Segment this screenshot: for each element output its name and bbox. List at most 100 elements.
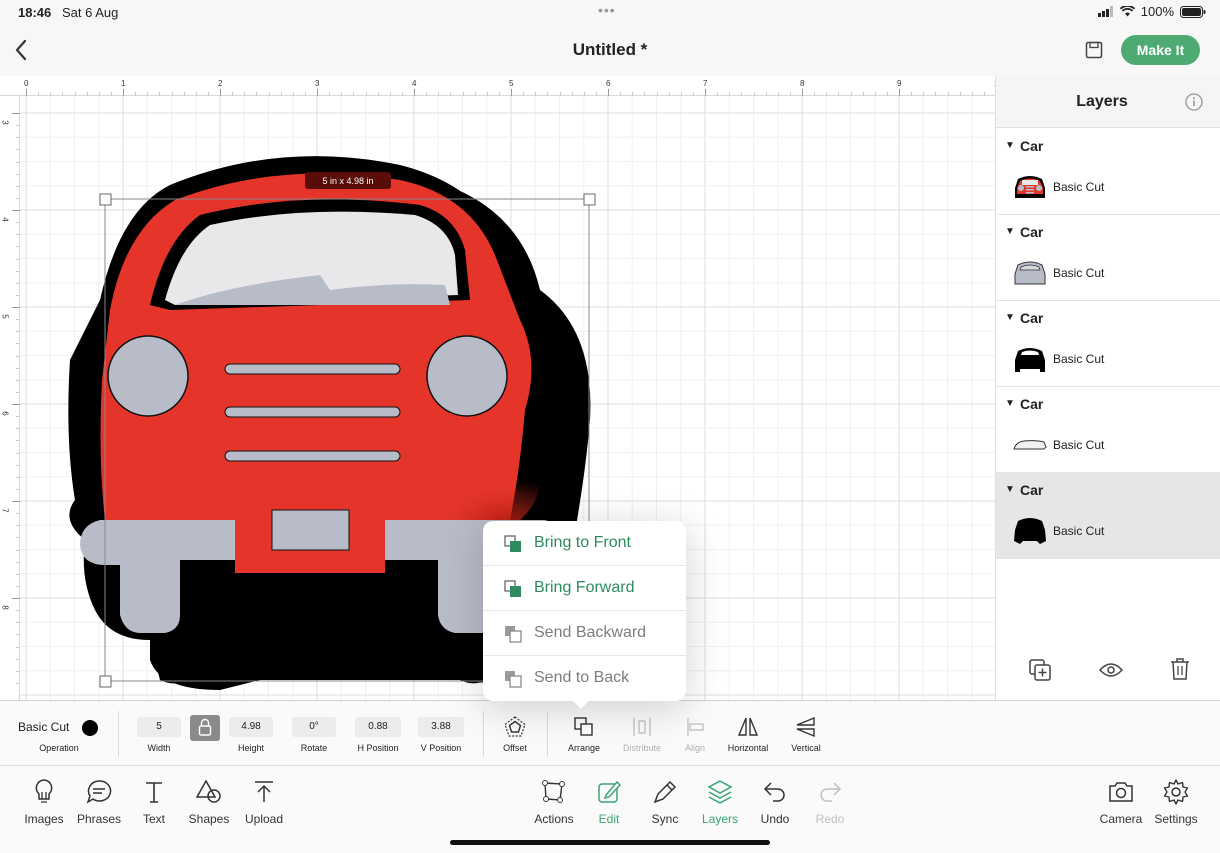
nav-camera[interactable]: Camera: [1091, 778, 1151, 826]
duplicate-layer-icon[interactable]: [1028, 658, 1052, 682]
nav-images[interactable]: Images: [14, 778, 74, 826]
height-label: Height: [237, 743, 264, 753]
flip-horizontal-tool[interactable]: Horizontal: [722, 715, 774, 763]
grille-bar[interactable]: [224, 450, 401, 462]
bring-forward-item[interactable]: Bring Forward: [483, 566, 686, 611]
divider: [118, 711, 119, 757]
bring-to-front-icon: [504, 535, 521, 552]
bottom-nav: Images Phrases Text Shapes Upload Action…: [0, 766, 1220, 853]
layer-operation: Basic Cut: [1053, 266, 1105, 280]
headlight-right[interactable]: [426, 335, 508, 417]
grille-bar[interactable]: [224, 363, 401, 375]
arrange-tool[interactable]: Arrange: [562, 715, 606, 763]
layer-group-name: Car: [1020, 138, 1044, 154]
info-icon[interactable]: [1185, 93, 1203, 111]
collapse-caret-icon[interactable]: ▼: [1005, 312, 1015, 323]
nav-actions[interactable]: Actions: [524, 778, 584, 826]
nav-sync[interactable]: Sync: [635, 778, 695, 826]
layers-title: Layers: [1076, 93, 1128, 110]
selection-handle[interactable]: [99, 675, 112, 688]
nav-phrases[interactable]: Phrases: [69, 778, 129, 826]
divider: [547, 711, 548, 757]
undo-icon: [763, 782, 785, 802]
nav-label: Images: [24, 812, 64, 826]
nav-label: Actions: [534, 812, 574, 826]
license-plate[interactable]: [271, 509, 350, 551]
height-input[interactable]: 4.98: [229, 717, 273, 737]
status-date: Sat 6 Aug: [62, 5, 119, 20]
distribute-tool[interactable]: Distribute: [617, 715, 667, 763]
nav-label: Text: [142, 812, 165, 826]
app-header: Untitled * Make It: [0, 24, 1220, 76]
nav-label: Redo: [815, 812, 845, 826]
nav-layers[interactable]: Layers: [690, 778, 750, 826]
save-icon[interactable]: [1084, 40, 1104, 60]
layer-group-car[interactable]: ▼ Car Basic Cut: [996, 301, 1220, 387]
h-position-label: H Position: [357, 743, 399, 753]
layers-panel: Layers ▼ Car Basic Cut ▼ Car Basic Cut ▼…: [995, 76, 1220, 700]
v-position-input[interactable]: 3.88: [418, 717, 464, 737]
nav-upload[interactable]: Upload: [234, 778, 294, 826]
shapes-icon: [195, 779, 221, 803]
offset-label: Offset: [503, 743, 527, 753]
bring-to-front-item[interactable]: Bring to Front: [483, 521, 686, 566]
nav-text[interactable]: Text: [124, 778, 184, 826]
menu-item-label: Send to Back: [534, 669, 630, 686]
trash-icon[interactable]: [1169, 657, 1191, 681]
layers-header: Layers: [996, 76, 1220, 128]
layer-group-car[interactable]: ▼ Car Basic Cut: [996, 129, 1220, 215]
operation-label: Operation: [39, 743, 79, 753]
selection-handle[interactable]: [583, 193, 596, 206]
flip-vertical-icon: [796, 716, 815, 738]
offset-tool[interactable]: Offset: [495, 715, 535, 763]
car-window-icon: [1013, 440, 1047, 450]
nav-edit[interactable]: Edit: [579, 778, 639, 826]
vertical-label: Vertical: [791, 743, 821, 753]
nav-shapes[interactable]: Shapes: [179, 778, 239, 826]
width-input[interactable]: 5: [137, 717, 181, 737]
collapse-caret-icon[interactable]: ▼: [1005, 398, 1015, 409]
divider: [483, 711, 484, 757]
wifi-icon: [1119, 6, 1135, 17]
popover-arrow: [571, 699, 591, 709]
nav-label: Undo: [760, 812, 790, 826]
rotate-input[interactable]: 0°: [292, 717, 336, 737]
send-to-back-item[interactable]: Send to Back: [483, 656, 686, 701]
layer-operation: Basic Cut: [1053, 438, 1105, 452]
edit-toolbar: Basic Cut Operation 5 Width 4.98 Height …: [0, 700, 1220, 766]
layer-group-car[interactable]: ▼ Car Basic Cut: [996, 215, 1220, 301]
arrange-icon: [574, 717, 593, 736]
headlight-left[interactable]: [107, 335, 189, 417]
collapse-caret-icon[interactable]: ▼: [1005, 484, 1015, 495]
layer-group-car[interactable]: ▼ Car Basic Cut: [996, 387, 1220, 473]
align-tool[interactable]: Align: [675, 715, 715, 763]
send-backward-item[interactable]: Send Backward: [483, 611, 686, 656]
visibility-eye-icon[interactable]: [1099, 662, 1123, 678]
nav-label: Camera: [1099, 812, 1143, 826]
layer-group-car[interactable]: ▼ Car Basic Cut: [996, 473, 1220, 559]
grille-bar[interactable]: [224, 406, 401, 418]
h-position-input[interactable]: 0.88: [355, 717, 401, 737]
nav-redo[interactable]: Redo: [800, 778, 860, 826]
selection-handle[interactable]: [99, 193, 112, 206]
make-it-button[interactable]: Make It: [1121, 35, 1200, 65]
collapse-caret-icon[interactable]: ▼: [1005, 226, 1015, 237]
multitasking-dots-icon[interactable]: •••: [598, 2, 616, 18]
home-indicator[interactable]: [450, 840, 770, 845]
layer-group-name: Car: [1020, 396, 1044, 412]
size-label: 5 in x 4.98 in: [322, 176, 373, 186]
car-gray-icon: [1014, 261, 1046, 285]
operation-value[interactable]: Basic Cut: [18, 720, 69, 734]
nav-label: Edit: [598, 812, 620, 826]
nav-undo[interactable]: Undo: [745, 778, 805, 826]
flip-vertical-tool[interactable]: Vertical: [783, 715, 829, 763]
page-title: Untitled *: [572, 40, 648, 59]
sync-pen-icon: [653, 780, 677, 804]
redo-icon: [820, 782, 842, 802]
collapse-caret-icon[interactable]: ▼: [1005, 140, 1015, 151]
lock-aspect-button[interactable]: [190, 715, 220, 741]
nav-settings[interactable]: Settings: [1146, 778, 1206, 826]
nav-label: Upload: [244, 812, 284, 826]
operation-color-swatch[interactable]: [82, 720, 98, 736]
distribute-icon: [633, 718, 651, 736]
